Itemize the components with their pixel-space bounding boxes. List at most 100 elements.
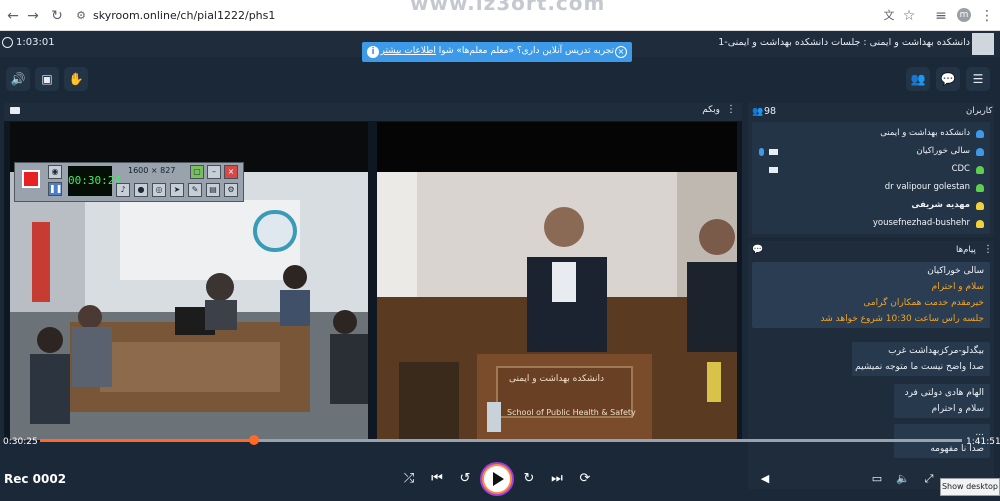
send-arrow-icon[interactable]: ◀: [756, 470, 774, 488]
shuffle-icon[interactable]: ⤮: [400, 470, 418, 488]
browser-chrome: ← → ↻ ⚙ skyroom.online/ch/pial1222/phs1 …: [0, 0, 1000, 31]
user-name: سالی خوراکیان: [916, 146, 970, 156]
screen-root: ← → ↻ ⚙ skyroom.online/ch/pial1222/phs1 …: [0, 0, 1000, 501]
user-row[interactable]: دانشکده بهداشت و ایمنی: [752, 126, 990, 142]
playback-current-time: 0:30:25: [3, 437, 38, 447]
screenshot-icon[interactable]: ◉: [48, 165, 62, 179]
session-timer: 1:03:01: [16, 37, 55, 48]
speaker-icon[interactable]: 🔊: [6, 67, 30, 91]
cursor-icon[interactable]: ➤: [170, 183, 184, 197]
raise-hand-icon[interactable]: ✋: [64, 67, 88, 91]
user-name: CDC: [951, 164, 970, 174]
audio-icon[interactable]: ♪: [116, 183, 130, 197]
settings-icon[interactable]: ⚙: [224, 183, 238, 197]
user-icon: [976, 130, 984, 138]
playback-total-time: 1:41:51: [966, 437, 1000, 447]
message-author: بیگدلو-مرکزبهداشت غرب: [888, 346, 984, 356]
camera-icon: [769, 167, 778, 173]
star-icon[interactable]: ☆: [900, 7, 918, 25]
promo-link[interactable]: اطلاعات بیشتر: [381, 46, 436, 56]
previous-icon[interactable]: ⏮: [428, 470, 446, 488]
message-text: سلام و احترام: [931, 404, 984, 414]
room-logo: [972, 33, 994, 55]
play-icon: [493, 472, 504, 486]
podium-sign-subtitle: School of Public Health & Safety: [507, 408, 636, 417]
recorder-size: 1600 × 827: [128, 166, 176, 175]
user-row[interactable]: سالی خوراکیان: [752, 144, 990, 160]
message-bubble: بیگدلو-مرکزبهداشت غرب صدا واضح نیست ما مت…: [852, 342, 990, 376]
users-count: 98: [764, 106, 777, 117]
user-icon: [976, 202, 984, 210]
message-bubble: الهام هادی دولتی فرد سلام و احترام: [894, 384, 990, 418]
fullscreen-icon[interactable]: ⤢: [920, 470, 938, 488]
pen-icon[interactable]: ✎: [188, 183, 202, 197]
speaker-podium-image: [377, 122, 737, 440]
translate-icon[interactable]: 文: [880, 7, 898, 25]
users-group-icon: 👥: [752, 107, 764, 117]
volume-icon[interactable]: 🔈: [894, 470, 912, 488]
user-row[interactable]: dr valipour golestan: [752, 180, 990, 196]
region-icon[interactable]: ▢: [190, 165, 204, 179]
user-name: مهدیه شریفی: [911, 200, 970, 210]
media-icon[interactable]: ≡: [932, 7, 950, 25]
tooltip: Show desktop: [940, 478, 1000, 496]
user-name: دانشکده بهداشت و ایمنی: [880, 128, 970, 138]
messages-list: سالی خوراکیان سلام و احترام خیرمقدم خدمت ه…: [752, 260, 990, 485]
messages-more-icon[interactable]: ⋮: [983, 244, 993, 255]
repeat-icon[interactable]: ⟳: [576, 470, 594, 488]
camera-icon: [769, 149, 778, 155]
more-options-icon[interactable]: ⋮: [726, 104, 736, 115]
message-text: خیرمقدم خدمت همکاران گرامی: [863, 298, 984, 308]
users-icon[interactable]: 👥: [906, 67, 930, 91]
captions-icon[interactable]: ▭: [868, 470, 886, 488]
message-bubble: سالی خوراکیان سلام و احترام خیرمقدم خدمت ه…: [752, 262, 990, 328]
minimize-icon[interactable]: –: [207, 165, 221, 179]
user-row[interactable]: CDC: [752, 162, 990, 178]
message-text: جلسه راس ساعت 10:30 شروع خواهد شد: [820, 314, 984, 324]
message-text: صدا واضح نیست ما متوجه نمیشیم: [855, 362, 984, 372]
user-icon: [976, 220, 984, 228]
progress-fill: [40, 439, 254, 442]
recorder-elapsed: 00:30:24: [68, 166, 121, 196]
promo-text: تجربه تدریس آنلاین داری؟ «معلم معلم‌ها» …: [381, 46, 615, 56]
user-row[interactable]: مهدیه شریفی: [752, 198, 990, 214]
profile-avatar[interactable]: m: [957, 8, 971, 22]
rewind-icon[interactable]: ↺: [456, 470, 474, 488]
podium-sign-title: دانشکده بهداشت و ایمنی: [509, 374, 605, 384]
forward-icon[interactable]: ↻: [520, 470, 538, 488]
hamburger-menu-icon[interactable]: ☰: [966, 67, 990, 91]
video-panel-title: وبکم: [702, 105, 720, 115]
folder-icon[interactable]: ▤: [206, 183, 220, 197]
close-icon[interactable]: ×: [224, 165, 238, 179]
clock-icon: [2, 37, 13, 48]
messages-icon: 💬: [752, 245, 764, 255]
forward-icon[interactable]: →: [24, 7, 42, 25]
users-list: دانشکده بهداشت و ایمنی سالی خوراکیان CDC dr…: [752, 122, 990, 234]
next-icon[interactable]: ⏭: [548, 470, 566, 488]
webcam-feed-right[interactable]: دانشکده بهداشت و ایمنی School of Public …: [377, 122, 737, 440]
reload-icon[interactable]: ↻: [48, 7, 66, 25]
user-name: yousefnezhad-bushehr: [872, 218, 970, 228]
site-info-icon[interactable]: ⚙: [72, 7, 90, 25]
video-panel-header: [4, 103, 742, 121]
chat-icon[interactable]: 💬: [936, 67, 960, 91]
watermark-text: www.lz3ort.com: [410, 0, 606, 15]
info-icon: i: [367, 46, 379, 58]
user-row[interactable]: yousefnezhad-bushehr: [752, 216, 990, 232]
message-author: سالی خوراکیان: [927, 266, 984, 276]
pause-icon[interactable]: ❚❚: [48, 182, 62, 196]
mic-icon[interactable]: ●: [134, 183, 148, 197]
folder-icon[interactable]: ▣: [35, 67, 59, 91]
record-stop-button[interactable]: [22, 170, 40, 188]
menu-dots-icon[interactable]: ⋮: [978, 7, 996, 25]
user-icon: [976, 184, 984, 192]
close-icon[interactable]: ×: [615, 46, 627, 58]
webcam-icon[interactable]: ◎: [152, 183, 166, 197]
progress-knob[interactable]: [248, 435, 259, 445]
promo-message: تجربه تدریس آنلاین داری؟ «معلم معلم‌ها» …: [438, 46, 614, 56]
messages-panel-title: پیام‌ها: [956, 245, 976, 255]
message-author: الهام هادی دولتی فرد: [904, 388, 984, 398]
user-name: dr valipour golestan: [884, 182, 970, 192]
address-bar[interactable]: skyroom.online/ch/pial1222/phs1: [93, 9, 275, 22]
back-icon[interactable]: ←: [4, 7, 22, 25]
